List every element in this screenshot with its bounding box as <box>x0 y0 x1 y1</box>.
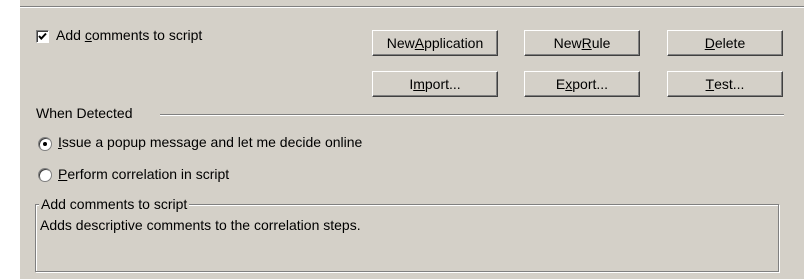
correlation-in-script-radio[interactable] <box>38 168 52 182</box>
correlation-in-script-label[interactable]: Perform correlation in script <box>58 166 229 182</box>
delete-button[interactable]: Delete <box>667 30 783 56</box>
when-detected-divider <box>160 114 784 116</box>
description-groupbox <box>35 204 779 272</box>
add-comments-label[interactable]: Add comments to script <box>56 27 202 43</box>
panel-top-divider <box>20 6 804 8</box>
new-application-button[interactable]: New Application <box>372 30 498 56</box>
import-button[interactable]: Im port... <box>372 71 498 97</box>
test-button[interactable]: Test... <box>667 71 783 97</box>
export-button[interactable]: Ex port... <box>524 71 640 97</box>
add-comments-checkbox[interactable] <box>36 30 49 43</box>
radio-selected-dot <box>43 142 47 146</box>
checkmark-icon <box>38 32 47 40</box>
popup-message-radio[interactable] <box>38 137 52 151</box>
description-title: Add comments to script <box>39 196 190 212</box>
popup-message-label[interactable]: Issue a popup message and let me decide … <box>58 134 362 150</box>
new-rule-button[interactable]: New Rule <box>524 30 640 56</box>
description-text: Adds descriptive comments to the correla… <box>40 217 361 233</box>
when-detected-heading: When Detected <box>36 105 133 121</box>
